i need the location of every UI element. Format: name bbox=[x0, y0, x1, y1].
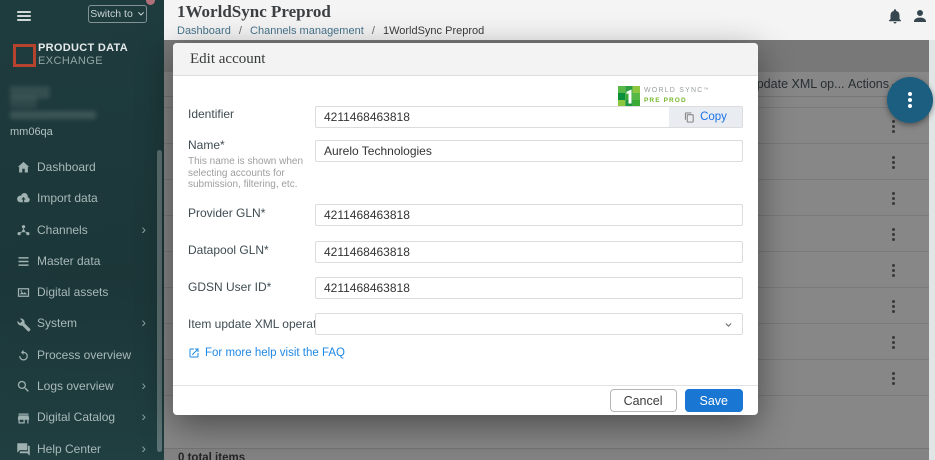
brand-line2: EXCHANGE bbox=[38, 55, 103, 67]
identifier-label: Identifier bbox=[188, 107, 234, 121]
chevron-right-icon: › bbox=[141, 371, 146, 400]
sidebar-item-master-data[interactable]: Master data bbox=[0, 246, 164, 277]
datapool-gln-input[interactable] bbox=[315, 241, 743, 263]
list-icon bbox=[16, 254, 31, 269]
sync-icon bbox=[16, 348, 31, 363]
breadcrumb-channels-management[interactable]: Channels management bbox=[250, 25, 364, 37]
provider-gln-label: Provider GLN* bbox=[188, 206, 265, 220]
breadcrumb-separator: / bbox=[372, 25, 375, 37]
name-input[interactable] bbox=[315, 140, 743, 162]
copy-icon bbox=[684, 112, 695, 123]
modal-title: Edit account bbox=[190, 43, 265, 75]
oneworldsync-wordmark: WORLD SYNC™ bbox=[644, 87, 710, 94]
hub-icon bbox=[16, 223, 31, 238]
sidebar-item-process-overview[interactable]: Process overview bbox=[0, 340, 164, 371]
sidebar: Switch to PRODUCT DATA EXCHANGE mm06qa D… bbox=[0, 0, 164, 460]
chevron-right-icon: › bbox=[141, 215, 146, 244]
identifier-field-group: Copy bbox=[315, 106, 743, 128]
hamburger-menu-icon[interactable] bbox=[17, 11, 31, 21]
page-header: 1WorldSync Preprod Dashboard / Channels … bbox=[164, 0, 935, 40]
save-button[interactable]: Save bbox=[685, 389, 744, 412]
faq-link[interactable]: For more help visit the FAQ bbox=[188, 347, 345, 359]
notifications-bell-icon[interactable] bbox=[886, 7, 904, 25]
provider-gln-input[interactable] bbox=[315, 204, 743, 226]
sidebar-menu: Dashboard Import data Channels › Mast bbox=[0, 152, 164, 460]
chevron-right-icon: › bbox=[141, 434, 146, 460]
page-title: 1WorldSync Preprod bbox=[177, 2, 331, 22]
copy-button[interactable]: Copy bbox=[669, 107, 742, 127]
gdsn-user-id-label: GDSN User ID* bbox=[188, 280, 271, 294]
sidebar-scrollbar[interactable] bbox=[157, 150, 162, 452]
kebab-menu-icon bbox=[908, 98, 912, 102]
redacted-user-email bbox=[10, 111, 96, 119]
identifier-input[interactable] bbox=[316, 107, 669, 127]
item-update-xml-label: Item update XML operation bbox=[188, 317, 332, 331]
name-help-text: This name is shown when selecting accoun… bbox=[188, 156, 310, 191]
switch-to-button[interactable]: Switch to bbox=[88, 5, 147, 23]
cloud-upload-icon bbox=[16, 191, 31, 206]
notification-dot bbox=[146, 0, 155, 5]
sidebar-item-channels[interactable]: Channels › bbox=[0, 215, 164, 246]
oneworldsync-logo: WORLD SYNC™ PRE PROD bbox=[618, 86, 743, 108]
sidebar-item-digital-assets[interactable]: Digital assets bbox=[0, 277, 164, 308]
chevron-down-icon bbox=[137, 11, 145, 17]
sidebar-username: mm06qa bbox=[10, 126, 53, 138]
store-icon bbox=[16, 411, 31, 426]
name-label: Name* bbox=[188, 138, 225, 152]
sidebar-item-digital-catalog[interactable]: Digital Catalog › bbox=[0, 402, 164, 433]
app-root: 1WorldSync Preprod Dashboard / Channels … bbox=[0, 0, 935, 460]
item-update-xml-select[interactable] bbox=[315, 313, 743, 335]
pdx-logo-icon bbox=[13, 44, 36, 67]
breadcrumb: Dashboard / Channels management / 1World… bbox=[177, 25, 484, 37]
modal-header: Edit account bbox=[173, 43, 758, 76]
search-icon bbox=[16, 379, 31, 394]
home-icon bbox=[16, 160, 31, 175]
sidebar-item-import-data[interactable]: Import data bbox=[0, 183, 164, 214]
external-link-icon bbox=[188, 347, 200, 359]
edit-account-modal: Edit account WORLD SYNC™ PRE PROD Identi… bbox=[173, 43, 758, 415]
cancel-button[interactable]: Cancel bbox=[610, 389, 677, 412]
wrench-icon bbox=[16, 317, 31, 332]
breadcrumb-current: 1WorldSync Preprod bbox=[383, 25, 484, 37]
gdsn-user-id-input[interactable] bbox=[315, 277, 743, 299]
sidebar-item-logs-overview[interactable]: Logs overview › bbox=[0, 371, 164, 402]
datapool-gln-label: Datapool GLN* bbox=[188, 243, 269, 257]
sidebar-item-help-center[interactable]: Help Center › bbox=[0, 434, 164, 460]
chevron-down-icon bbox=[722, 318, 735, 331]
chat-icon bbox=[16, 442, 31, 457]
breadcrumb-dashboard[interactable]: Dashboard bbox=[177, 25, 231, 37]
sidebar-item-system[interactable]: System › bbox=[0, 308, 164, 339]
modal-footer: Cancel Save bbox=[173, 385, 758, 415]
chevron-right-icon: › bbox=[141, 308, 146, 337]
redacted-user-block bbox=[10, 97, 37, 108]
image-icon bbox=[16, 285, 31, 300]
user-profile-icon[interactable] bbox=[911, 7, 929, 25]
brand-line1: PRODUCT DATA bbox=[38, 42, 128, 54]
oneworldsync-environment: PRE PROD bbox=[644, 97, 687, 104]
breadcrumb-separator: / bbox=[239, 25, 242, 37]
add-account-fab[interactable] bbox=[887, 77, 933, 123]
chevron-right-icon: › bbox=[141, 402, 146, 431]
oneworldsync-mosaic-icon bbox=[618, 86, 640, 107]
sidebar-item-dashboard[interactable]: Dashboard bbox=[0, 152, 164, 183]
